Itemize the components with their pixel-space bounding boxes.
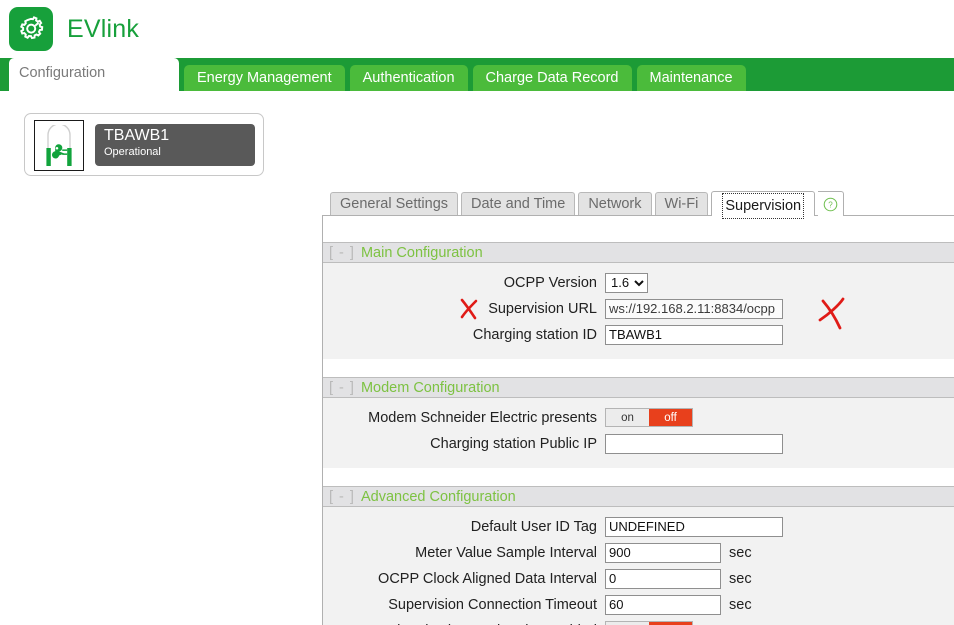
charging-station-public-ip-input[interactable] [605, 433, 783, 454]
charging-station-icon [34, 120, 84, 171]
field-row-default-user-id-tag: Default User ID Tag [323, 515, 954, 538]
field-row-meter-value-sample-interval: Meter Value Sample Interval sec [323, 541, 954, 564]
label-default-user-id-tag: Default User ID Tag [470, 518, 597, 535]
unit-supervision-connection-timeout: sec [729, 596, 752, 613]
field-row-charging-station-id: Charging station ID [323, 323, 954, 346]
field-row-public-ip: Charging station Public IP [323, 432, 954, 455]
section-title-main-configuration: Main Configuration [360, 245, 483, 261]
field-row-supervision-url: Supervision URL [323, 297, 954, 320]
tab-maintenance-label: Maintenance [649, 70, 733, 86]
unit-clock-aligned-data-interval: sec [729, 570, 752, 587]
modem-present-toggle[interactable]: on off [605, 408, 693, 427]
charging-station-info: TBAWB1 Operational [95, 124, 255, 166]
svg-text:?: ? [828, 200, 833, 209]
label-modem-present: Modem Schneider Electric presents [368, 409, 597, 426]
section-title-modem-configuration: Modem Configuration [360, 380, 500, 396]
question-mark-circle-icon[interactable]: ? [818, 191, 845, 216]
section-header-modem-configuration[interactable]: [ - ] Modem Configuration [323, 377, 954, 398]
page-root: EVlink Configuration Energy Management A… [0, 0, 954, 625]
label-public-ip: Charging station Public IP [430, 435, 597, 452]
field-row-auth-cache-list-enabled: Authentication Cache List Enabled on off [323, 619, 954, 625]
section-body-advanced-configuration: Default User ID Tag Meter Value Sample I… [323, 507, 954, 625]
default-user-id-tag-input[interactable] [605, 516, 783, 537]
section-body-main-configuration: OCPP Version 1.6 Supervision URL Chargin… [323, 263, 954, 359]
brand-header: EVlink [0, 0, 954, 58]
sub-tab-bar: General Settings Date and Time Network W… [330, 191, 845, 219]
section-advanced-configuration: [ - ] Advanced Configuration Default User… [323, 486, 954, 625]
sub-tab-general-settings-label: General Settings [340, 196, 449, 212]
ocpp-clock-aligned-data-interval-input[interactable] [605, 568, 721, 589]
tab-charge-data-record-label: Charge Data Record [485, 70, 619, 86]
brand-name: EVlink [67, 14, 140, 43]
label-ocpp-version: OCPP Version [503, 274, 597, 291]
supervision-url-input[interactable] [605, 298, 783, 319]
sub-tab-general-settings[interactable]: General Settings [330, 192, 459, 216]
auth-cache-list-toggle[interactable]: on off [605, 621, 693, 625]
sub-tab-date-and-time[interactable]: Date and Time [461, 192, 576, 216]
tab-energy-management[interactable]: Energy Management [184, 65, 345, 91]
gear-icon [9, 7, 53, 51]
supervision-connection-timeout-input[interactable] [605, 594, 721, 615]
charging-station-name: TBAWB1 [104, 127, 170, 144]
section-modem-configuration: [ - ] Modem Configuration Modem Schneider… [323, 377, 954, 468]
tab-energy-management-label: Energy Management [197, 70, 332, 86]
ocpp-version-select[interactable]: 1.6 [605, 272, 648, 293]
field-row-clock-aligned-data-interval: OCPP Clock Aligned Data Interval sec [323, 567, 954, 590]
main-tab-bar: Configuration Energy Management Authenti… [0, 58, 954, 91]
collapse-toggle-main-configuration[interactable]: [ - ] [329, 245, 355, 261]
unit-meter-value-sample-interval: sec [729, 544, 752, 561]
meter-value-sample-interval-input[interactable] [605, 542, 721, 563]
supervision-settings-panel: [ - ] Main Configuration OCPP Version 1.6… [322, 215, 954, 625]
sub-tab-supervision[interactable]: Supervision [711, 191, 816, 219]
tab-authentication-label: Authentication [362, 70, 455, 86]
sub-tab-wifi-label: Wi-Fi [664, 196, 699, 212]
charging-station-status: Operational [104, 146, 161, 158]
sub-tab-network-label: Network [588, 196, 642, 212]
tab-configuration-label: Configuration [19, 65, 106, 81]
tab-charge-data-record[interactable]: Charge Data Record [472, 65, 632, 91]
sub-tab-wifi[interactable]: Wi-Fi [654, 192, 709, 216]
section-main-configuration: [ - ] Main Configuration OCPP Version 1.6… [323, 242, 954, 359]
modem-present-off-option[interactable]: off [649, 409, 692, 426]
label-supervision-url: Supervision URL [488, 300, 597, 317]
field-row-ocpp-version: OCPP Version 1.6 [323, 271, 954, 294]
label-meter-value-sample-interval: Meter Value Sample Interval [415, 544, 597, 561]
tab-configuration[interactable]: Configuration [9, 58, 179, 91]
tab-maintenance[interactable]: Maintenance [636, 65, 746, 91]
collapse-toggle-advanced-configuration[interactable]: [ - ] [329, 489, 355, 505]
sub-tab-supervision-label: Supervision [722, 193, 805, 219]
label-supervision-connection-timeout: Supervision Connection Timeout [388, 596, 597, 613]
sub-tab-date-and-time-label: Date and Time [471, 196, 566, 212]
field-row-supervision-connection-timeout: Supervision Connection Timeout sec [323, 593, 954, 616]
section-title-advanced-configuration: Advanced Configuration [360, 489, 516, 505]
field-row-modem-present: Modem Schneider Electric presents on off [323, 406, 954, 429]
modem-present-on-option[interactable]: on [606, 409, 649, 426]
section-body-modem-configuration: Modem Schneider Electric presents on off… [323, 398, 954, 468]
sub-tab-network[interactable]: Network [578, 192, 652, 216]
label-clock-aligned-data-interval: OCPP Clock Aligned Data Interval [378, 570, 597, 587]
tab-authentication[interactable]: Authentication [349, 65, 468, 91]
charging-station-card[interactable]: TBAWB1 Operational [24, 113, 264, 176]
section-header-main-configuration[interactable]: [ - ] Main Configuration [323, 242, 954, 263]
collapse-toggle-modem-configuration[interactable]: [ - ] [329, 380, 355, 396]
charging-station-id-input[interactable] [605, 324, 783, 345]
label-charging-station-id: Charging station ID [472, 326, 597, 343]
section-header-advanced-configuration[interactable]: [ - ] Advanced Configuration [323, 486, 954, 507]
